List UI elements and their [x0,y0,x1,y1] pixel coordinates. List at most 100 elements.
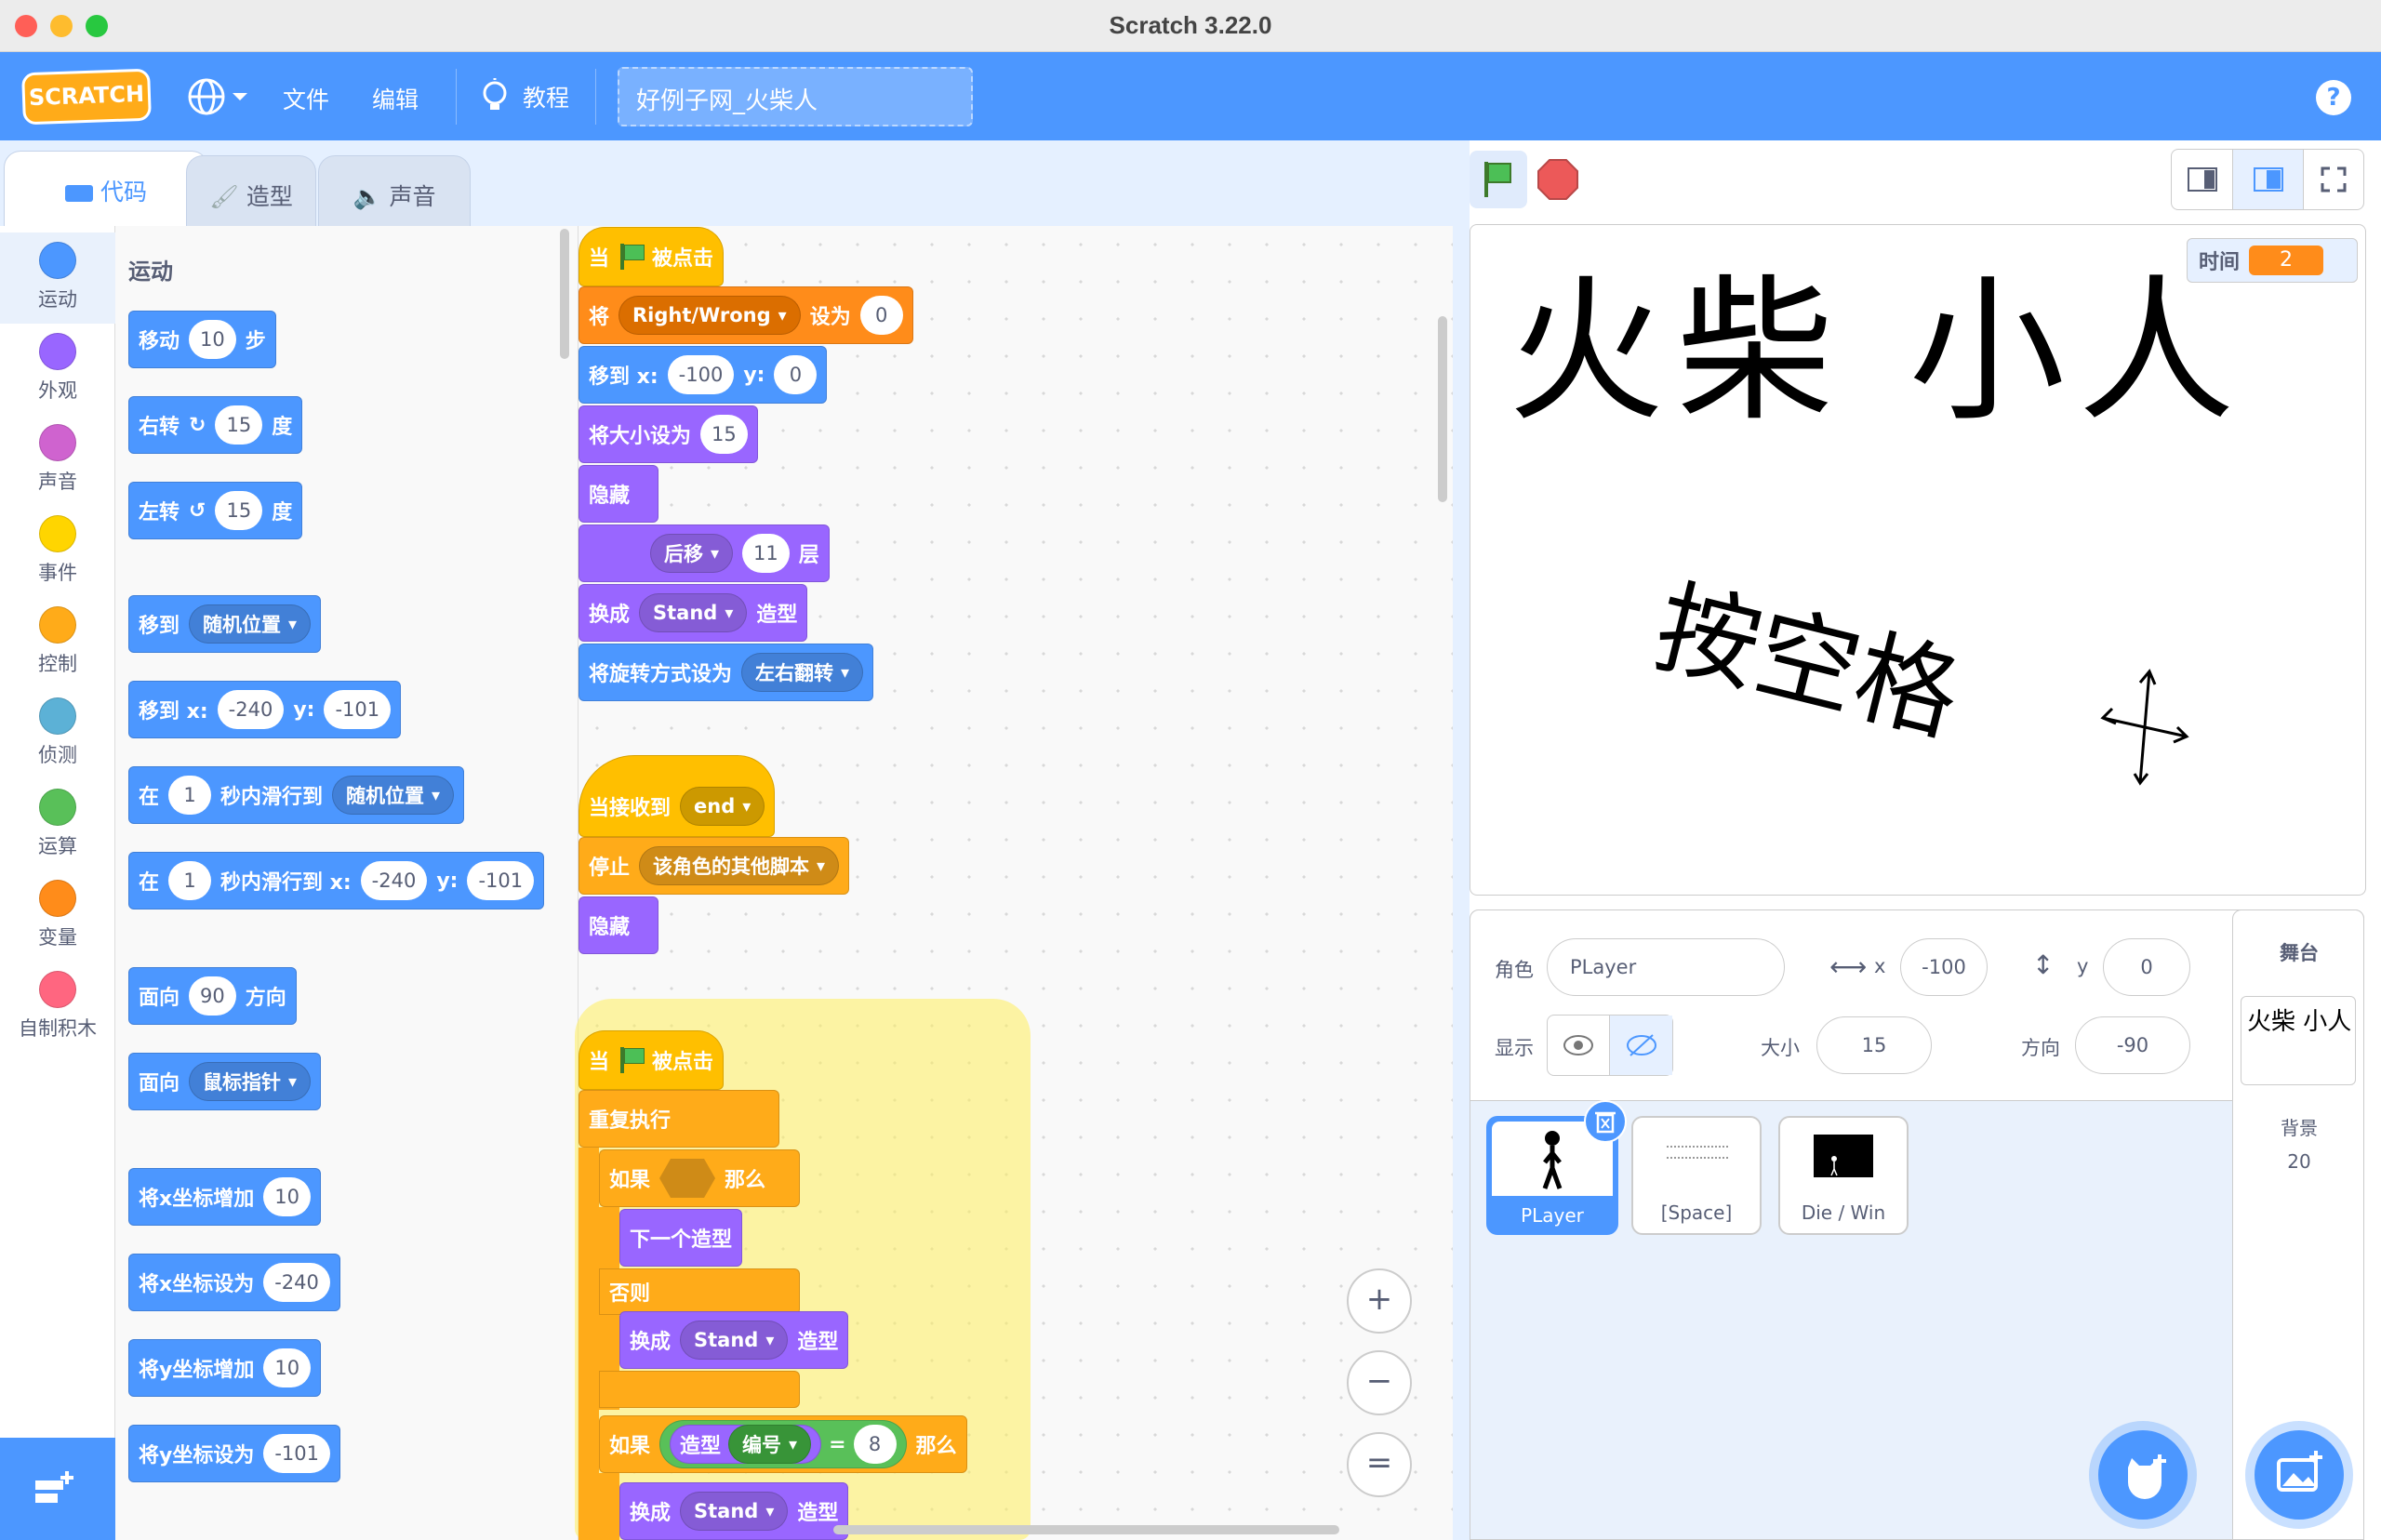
block-input[interactable]: 1 [168,861,212,900]
stop-button[interactable] [1536,158,1579,201]
block-when-flag-clicked[interactable]: 当 被点击 [579,1030,725,1090]
tab-costumes[interactable]: 🖌 造型 [186,155,316,228]
block-dropdown[interactable]: Stand [639,593,748,632]
large-stage-button[interactable] [2233,150,2304,209]
block-set-y[interactable]: 将y坐标设为 -101 [128,1425,341,1482]
script-vertical-scrollbar[interactable] [1438,316,1447,502]
block-input[interactable]: -240 [263,1263,330,1302]
block-stop[interactable]: 停止 该角色的其他脚本 [579,837,850,895]
block-set-x[interactable]: 将x坐标设为 -240 [128,1254,340,1311]
block-equals[interactable]: 造型编号 = 8 [659,1420,907,1468]
block-input[interactable]: 90 [189,976,236,1016]
block-forever[interactable]: 重复执行 [579,1090,779,1148]
block-goto-xy[interactable]: 移到 x: -100 y: 0 [579,346,828,404]
category-2[interactable]: 声音 [0,415,115,506]
size-input[interactable]: 15 [1816,1016,1932,1074]
language-menu[interactable] [186,76,253,117]
sprite-tile-player[interactable]: PLayer [1486,1100,1627,1235]
block-input[interactable]: 0 [774,355,818,394]
category-3[interactable]: 事件 [0,506,115,597]
palette-scrollbar[interactable] [560,229,569,359]
hide-sprite-button[interactable] [1610,1016,1672,1075]
block-hide[interactable]: 隐藏 [579,896,658,954]
block-input[interactable]: -240 [360,861,428,900]
x-input[interactable]: -100 [1900,938,1988,996]
edit-menu[interactable]: 编辑 [372,82,419,115]
block-switch-costume[interactable]: 换成 Stand 造型 [619,1311,849,1369]
block-dropdown[interactable]: 随机位置 [189,604,312,644]
block-dropdown[interactable]: 后移 [650,534,734,573]
block-input[interactable]: 10 [263,1177,311,1216]
block-turn-right[interactable]: 右转 ↻ 15 度 [128,396,303,454]
tutorials-button[interactable]: 教程 [478,76,569,117]
category-6[interactable]: 运算 [0,779,115,870]
block-point-towards[interactable]: 面向 鼠标指针 [128,1053,322,1110]
fullscreen-button[interactable] [2304,150,2363,209]
direction-input[interactable]: -90 [2075,1016,2190,1074]
add-extension-button[interactable] [0,1438,115,1540]
delete-sprite-button[interactable] [1584,1100,1627,1143]
block-change-x[interactable]: 将x坐标增加 10 [128,1168,321,1226]
block-dropdown[interactable]: end [680,787,765,826]
zoom-reset-button[interactable]: = [1347,1432,1412,1497]
block-glide-xy[interactable]: 在 1 秒内滑行到 x: -240 y: -101 [128,852,545,909]
block-glide[interactable]: 在 1 秒内滑行到 随机位置 [128,766,465,824]
block-input[interactable]: 8 [853,1425,897,1464]
category-0[interactable]: 运动 [0,232,115,324]
category-1[interactable]: 外观 [0,324,115,415]
show-sprite-button[interactable] [1548,1016,1610,1075]
zoom-out-button[interactable]: − [1347,1350,1412,1415]
block-dropdown[interactable]: 随机位置 [332,776,455,815]
block-input[interactable]: -101 [324,690,392,729]
project-title-input[interactable]: 好例子网_火柴人 [618,67,973,126]
block-turn-left[interactable]: 左转 ↺ 15 度 [128,482,303,539]
block-dropdown[interactable]: 鼠标指针 [189,1062,312,1101]
block-costume-number[interactable]: 造型 编号 [670,1425,822,1464]
empty-condition-slot[interactable] [659,1159,716,1198]
block-dropdown[interactable]: Right/Wrong [619,296,801,335]
help-button[interactable]: ? [2316,80,2351,115]
block-input[interactable]: -240 [217,690,285,729]
zoom-in-button[interactable]: + [1347,1268,1412,1334]
category-4[interactable]: 控制 [0,597,115,688]
block-next-costume[interactable]: 下一个造型 [619,1209,743,1267]
block-input[interactable]: -101 [467,861,535,900]
category-7[interactable]: 变量 [0,870,115,962]
choose-backdrop-button[interactable] [2255,1430,2344,1520]
scratch-logo[interactable]: SCRATCH [21,68,152,126]
sprite-tile-die-win[interactable]: Die / Win [1778,1116,1909,1235]
block-if[interactable]: 如果 造型编号 = 8 那么 [599,1415,967,1473]
block-input[interactable]: 10 [263,1348,312,1387]
block-input[interactable]: 10 [189,320,236,359]
block-set-rotation-style[interactable]: 将旋转方式设为 左右翻转 [579,644,874,701]
block-switch-costume[interactable]: 换成 Stand 造型 [619,1482,849,1540]
script-horizontal-scrollbar[interactable] [833,1525,1339,1534]
block-move-steps[interactable]: 移动 10 步 [128,311,276,368]
block-input[interactable]: 11 [742,534,790,573]
block-set-size[interactable]: 将大小设为 15 [579,405,758,463]
choose-sprite-button[interactable] [2098,1430,2188,1520]
block-switch-costume[interactable]: 换成 Stand 造型 [579,584,808,642]
block-when-receive[interactable]: 当接收到 end [579,755,776,837]
block-go-layers[interactable]: 后移11 层 [579,524,830,582]
block-dropdown[interactable]: Stand [680,1492,789,1531]
block-goto[interactable]: 移到 随机位置 [128,595,322,653]
block-hide[interactable]: 隐藏 [579,465,658,523]
block-change-y[interactable]: 将y坐标增加 10 [128,1339,322,1397]
stage-canvas[interactable]: 时间 2 火柴 小人 按空格 [1470,224,2366,896]
tab-code[interactable]: 代码 [4,151,208,229]
tab-sounds[interactable]: 🔈 声音 [318,155,471,228]
block-input[interactable]: -100 [667,355,735,394]
block-dropdown[interactable]: 编号 [728,1425,812,1464]
block-dropdown[interactable]: 左右翻转 [741,653,864,692]
block-when-flag-clicked[interactable]: 当 被点击 [579,227,725,286]
small-stage-button[interactable] [2172,150,2233,209]
y-input[interactable]: 0 [2103,938,2190,996]
block-input[interactable]: 0 [859,296,903,335]
block-goto-xy[interactable]: 移到 x: -240 y: -101 [128,681,402,738]
category-5[interactable]: 侦测 [0,688,115,779]
sprite-tile-space[interactable]: [Space] [1631,1116,1762,1235]
category-8[interactable]: 自制积木 [0,962,115,1053]
block-dropdown[interactable]: Stand [680,1321,789,1360]
file-menu[interactable]: 文件 [283,82,329,115]
